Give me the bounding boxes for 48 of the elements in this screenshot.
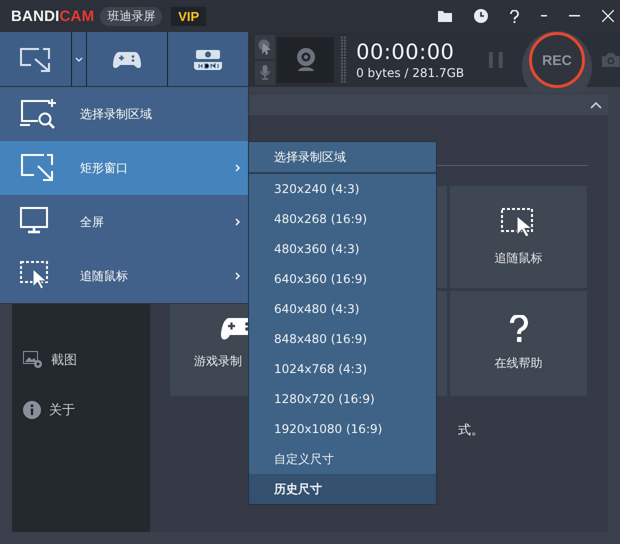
projector-icon — [194, 50, 222, 70]
microphone-toggle-button[interactable] — [255, 60, 275, 84]
sidebar-item[interactable]: 关于 — [12, 385, 150, 435]
level-meter-icon — [341, 36, 348, 84]
image-gear-icon — [23, 351, 43, 369]
gamepad-icon — [113, 50, 141, 68]
menu-item[interactable]: 480x360 (4:3) — [249, 234, 436, 264]
recording-timer: 00:00:00 — [356, 40, 456, 64]
menu-item[interactable]: 矩形窗口 — [0, 141, 248, 195]
folder-icon[interactable] — [438, 10, 452, 22]
chevron-right-icon — [235, 164, 240, 172]
hdmi-mode-button[interactable] — [168, 32, 248, 87]
menu-header: 选择录制区域 — [249, 142, 436, 174]
help-icon[interactable] — [510, 10, 519, 22]
menu-item[interactable]: 历史尺寸 — [249, 474, 436, 504]
app-logo: BANDICAM — [11, 8, 94, 24]
caret-icon — [75, 57, 83, 62]
close-icon[interactable] — [602, 10, 614, 22]
menu-item[interactable]: 自定义尺寸 — [249, 444, 436, 474]
collapse-icon[interactable] — [590, 102, 602, 108]
mode-tile[interactable]: 在线帮助 — [450, 291, 587, 396]
menu-item[interactable]: 全屏 — [0, 195, 248, 249]
file-size-text: 0 bytes / 281.7GB — [356, 66, 466, 80]
webcam-icon — [296, 47, 316, 72]
chevron-right-icon — [235, 272, 240, 280]
cursor-toggle-button[interactable] — [255, 34, 275, 58]
webcam-button[interactable] — [277, 36, 334, 82]
vip-badge: VIP — [171, 6, 206, 26]
menu-item[interactable]: 选择录制区域 — [0, 87, 248, 141]
minimize-icon[interactable] — [569, 15, 580, 17]
menu-item[interactable]: 480x268 (16:9) — [249, 204, 436, 234]
clock-icon[interactable] — [474, 9, 488, 23]
help-icon — [510, 315, 528, 343]
rectangle-mode-button[interactable] — [0, 32, 71, 87]
info-icon — [23, 401, 41, 419]
chevron-right-icon — [235, 218, 240, 226]
menu-item[interactable]: 640x360 (16:9) — [249, 264, 436, 294]
hint-text: 式。 — [458, 422, 485, 439]
resize-rectangle-icon — [18, 46, 52, 72]
game-mode-button[interactable] — [87, 32, 167, 87]
mode-tile[interactable]: 追随鼠标 — [450, 186, 587, 288]
product-name: 班迪录屏 — [100, 6, 162, 26]
record-button[interactable]: REC — [528, 32, 585, 88]
microphone-icon — [260, 65, 270, 80]
menu-item[interactable]: 1920x1080 (16:9) — [249, 414, 436, 444]
sidebar-item[interactable]: 截图 — [12, 335, 150, 385]
cursor-icon — [258, 38, 272, 54]
menu-item[interactable]: 320x240 (4:3) — [249, 174, 436, 204]
